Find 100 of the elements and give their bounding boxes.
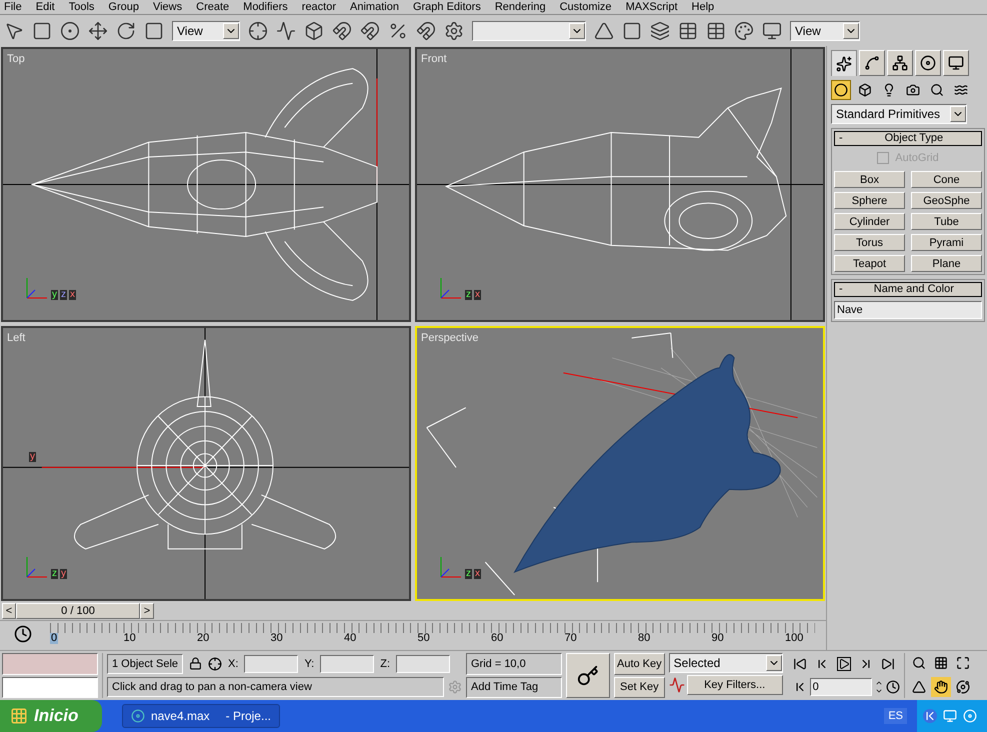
panel-tab-icon <box>920 55 936 71</box>
key-icon <box>577 664 599 686</box>
panel-tab[interactable] <box>831 50 857 76</box>
frame-number: 50 <box>418 633 430 644</box>
category-tab[interactable] <box>831 80 851 100</box>
axis-label: z <box>465 290 472 300</box>
material-editor-icon[interactable] <box>734 20 754 40</box>
angle-snap-icon[interactable] <box>360 20 380 40</box>
primitive-button[interactable]: Teapot <box>834 254 905 272</box>
y-coordinate-field[interactable] <box>320 654 374 673</box>
primitive-button[interactable]: Tube <box>911 212 982 230</box>
taskbar-window-button[interactable]: nave4.max - Proje... <box>122 704 280 728</box>
primitive-button[interactable]: GeoSphe <box>911 192 982 208</box>
coordinate-system-dropdown[interactable]: View <box>172 20 240 40</box>
x-coordinate-field[interactable] <box>244 654 298 673</box>
menu-item[interactable]: Customize <box>560 2 612 12</box>
y-label: Y: <box>304 656 314 672</box>
menu-item[interactable]: Views <box>152 2 182 12</box>
next-frame-button[interactable]: > <box>140 603 154 619</box>
primitive-button[interactable]: Cone <box>911 170 982 188</box>
primitive-button[interactable]: Torus <box>834 234 905 250</box>
current-frame-field[interactable]: 0 <box>810 678 872 696</box>
x-label: X: <box>228 656 238 672</box>
viewport-navigation-tool[interactable] <box>930 676 951 696</box>
time-configuration-icon[interactable] <box>886 680 900 694</box>
navigation-icon <box>956 680 970 694</box>
set-key-button[interactable]: Set Key <box>614 676 665 698</box>
named-selection-dropdown[interactable] <box>472 20 586 40</box>
primitive-button[interactable]: Pyrami <box>911 234 982 250</box>
go-to-end-icon[interactable] <box>880 656 895 671</box>
frame-number: 40 <box>344 633 356 644</box>
language-indicator[interactable]: ES <box>884 708 907 724</box>
frame-number: 70 <box>564 633 577 644</box>
frame-number: 0 <box>50 633 58 644</box>
auto-key-button[interactable]: Auto Key <box>614 653 665 674</box>
set-key-mode-button[interactable] <box>566 653 610 698</box>
rollout-header[interactable]: - Name and Color <box>834 282 982 296</box>
render-view-dropdown[interactable]: View <box>790 20 860 40</box>
rollout-header[interactable]: - Object Type <box>834 131 982 146</box>
menu-item[interactable]: File <box>4 2 22 12</box>
previous-frame-button[interactable]: < <box>2 603 16 619</box>
select-icon[interactable] <box>4 20 24 40</box>
axis-label: z <box>60 290 67 300</box>
frame-number: 60 <box>491 633 504 644</box>
start-button[interactable]: Inicio <box>0 700 102 732</box>
primitive-button[interactable]: Box <box>834 170 905 188</box>
menu-item[interactable]: MAXScript <box>626 2 678 12</box>
key-mode-dropdown[interactable]: Selected <box>668 653 783 673</box>
go-to-start-icon[interactable] <box>792 656 807 671</box>
menu-item[interactable]: Group <box>108 2 139 12</box>
move-icon[interactable] <box>88 20 108 40</box>
frame-number: 100 <box>785 633 804 644</box>
frame-number: 10 <box>124 633 136 644</box>
axis-tripod-icon <box>25 555 49 579</box>
menu-item[interactable]: Help <box>692 2 714 12</box>
menu-item[interactable]: Rendering <box>494 2 546 12</box>
viewport[interactable]: Perspective z x <box>415 326 825 601</box>
window-title-suffix: - Proje... <box>226 708 271 725</box>
category-dropdown[interactable]: Standard Primitives <box>831 104 967 124</box>
key-tangent-icon[interactable] <box>668 677 685 693</box>
network-icon[interactable] <box>943 709 957 723</box>
menu-item[interactable]: Graph Editors <box>412 2 481 12</box>
primitive-button[interactable]: Cylinder <box>834 212 905 230</box>
frame-number: 90 <box>712 633 724 644</box>
z-coordinate-field[interactable] <box>396 654 450 673</box>
navigation-icon <box>934 656 948 670</box>
selection-count: 1 Object Sele <box>107 654 184 674</box>
viewport[interactable]: Left y z y <box>1 326 411 601</box>
primitive-button[interactable]: Sphere <box>834 192 905 208</box>
add-time-tag-button[interactable]: Add Time Tag <box>466 676 562 698</box>
menu-item[interactable]: Modifiers <box>243 2 288 12</box>
menu-item[interactable]: Animation <box>350 2 399 12</box>
menu-item[interactable]: reactor <box>302 2 336 12</box>
collapse-sign: - <box>838 282 844 297</box>
axis-label: y <box>29 452 36 462</box>
axis-label: x <box>474 290 481 300</box>
navigation-icon <box>934 680 948 694</box>
menu-item[interactable]: Tools <box>68 2 94 12</box>
play-icon[interactable] <box>836 656 851 671</box>
snap-icon[interactable] <box>332 20 352 40</box>
rotate-icon[interactable] <box>116 20 136 40</box>
layers-icon[interactable] <box>650 20 670 40</box>
lock-icon[interactable] <box>189 657 202 670</box>
menu-item[interactable]: Create <box>196 2 230 12</box>
time-slider-thumb[interactable]: 0 / 100 <box>16 603 140 619</box>
category-icon <box>930 83 944 97</box>
track-bar[interactable]: 0 10 20 30 40 50 60 70 80 90 100 <box>50 621 815 649</box>
axis-tripod-icon <box>25 276 49 300</box>
grid-spacing: Grid = 10,0 <box>466 653 562 674</box>
object-name-field[interactable]: Nave <box>834 300 982 318</box>
key-filters-button[interactable]: Key Filters... <box>686 675 783 695</box>
menu-item[interactable]: Edit <box>36 2 55 12</box>
percent-snap-icon[interactable] <box>388 20 408 40</box>
script-listener-bar[interactable] <box>2 676 98 698</box>
spinner-snap-icon[interactable] <box>416 20 436 40</box>
primitive-button[interactable]: Plane <box>911 254 982 272</box>
show-hidden-icons-icon[interactable] <box>923 709 937 723</box>
script-listener-bar[interactable] <box>2 653 98 674</box>
select-by-name-icon[interactable] <box>60 20 80 40</box>
frame-number: 20 <box>197 633 210 644</box>
